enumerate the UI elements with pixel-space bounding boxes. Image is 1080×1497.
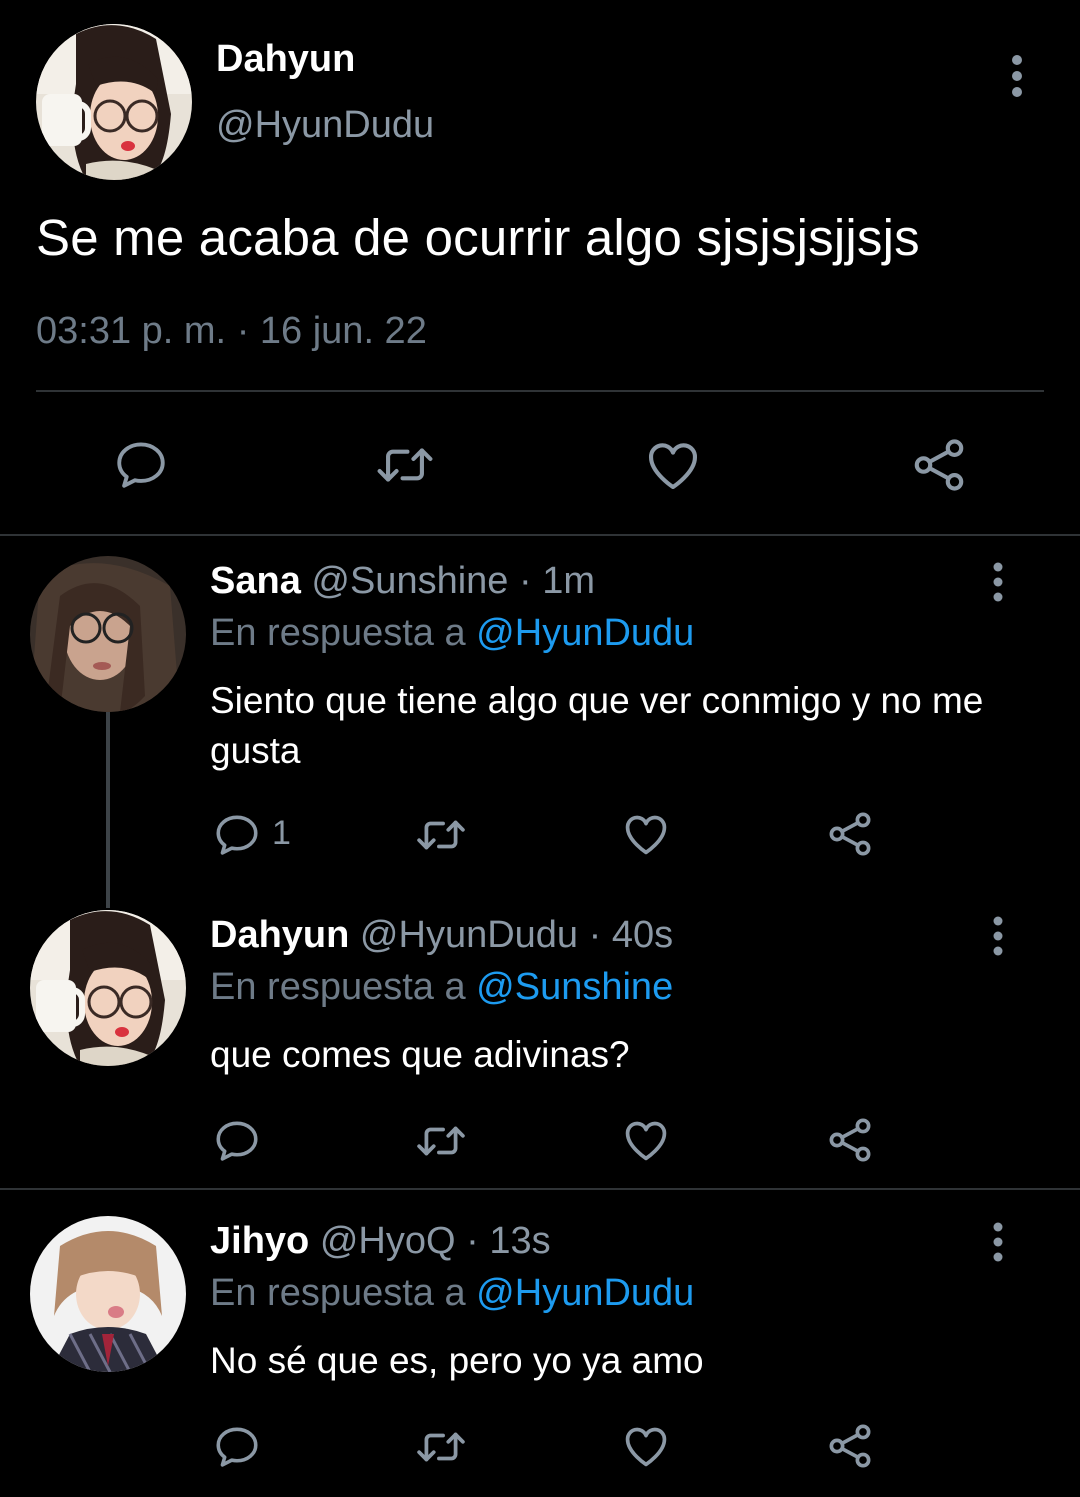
reply-text: No sé que es, pero yo ya amo [210, 1340, 704, 1381]
tweet-action-bar [0, 430, 1080, 500]
author-handle[interactable]: @HyunDudu [360, 914, 578, 956]
reply-count: 1 [272, 814, 291, 852]
mention-link[interactable]: @HyunDudu [476, 1272, 694, 1314]
like-icon[interactable] [620, 1114, 672, 1166]
meta-separator: · [236, 310, 250, 352]
share-icon[interactable] [824, 1114, 876, 1166]
author-name[interactable]: Dahyun [216, 38, 355, 81]
divider [36, 390, 1044, 392]
reply-header: Dahyun @HyunDudu · 40s [210, 914, 673, 957]
replying-to: En respuesta a @HyunDudu [210, 612, 694, 655]
tweet-text: Se me acaba de ocurrir algo sjsjsjsjjsjs [36, 209, 920, 266]
reply-icon[interactable] [212, 810, 262, 860]
tweet-time: 03:31 p. m. [36, 310, 227, 352]
reply-icon[interactable] [212, 1422, 262, 1472]
reply-action-bar: 1 [0, 806, 1080, 866]
more-options-icon[interactable] [982, 1220, 1014, 1264]
reply-time: 40s [611, 914, 674, 956]
mention-link[interactable]: @Sunshine [476, 966, 673, 1008]
retweet-icon[interactable] [412, 1116, 470, 1166]
mention-link[interactable]: @HyunDudu [476, 612, 694, 654]
more-options-icon[interactable] [982, 560, 1014, 604]
like-icon[interactable] [642, 434, 704, 496]
reply-time: 13s [489, 1220, 551, 1262]
reply-time: 1m [542, 560, 596, 602]
author-name[interactable]: Dahyun [210, 914, 349, 956]
replying-to: En respuesta a @Sunshine [210, 966, 673, 1009]
reply-text: Siento que tiene algo que ver conmigo y … [210, 680, 984, 771]
retweet-icon[interactable] [412, 810, 470, 860]
reply-icon[interactable] [212, 1116, 262, 1166]
author-name[interactable]: Jihyo [210, 1220, 309, 1262]
tweet-timestamp[interactable]: 03:31 p. m. · 16 jun. 22 [36, 310, 427, 353]
replying-to-label: En respuesta a [210, 1272, 466, 1314]
avatar-dahyun[interactable] [30, 910, 186, 1066]
replying-to-label: En respuesta a [210, 966, 466, 1008]
share-icon[interactable] [824, 808, 876, 860]
divider [0, 1188, 1080, 1190]
avatar-dahyun[interactable] [36, 24, 192, 180]
tweet-thread-screen: Dahyun @HyunDudu Se me acaba de ocurrir … [0, 0, 1080, 1497]
divider [0, 534, 1080, 536]
tweet-date: 16 jun. 22 [259, 310, 427, 352]
author-handle[interactable]: @HyoQ [320, 1220, 456, 1262]
reply-action-bar [0, 1112, 1080, 1172]
author-name[interactable]: Sana [210, 560, 301, 602]
avatar-jihyo[interactable] [30, 1216, 186, 1372]
retweet-icon[interactable] [372, 436, 438, 494]
more-options-icon[interactable] [1000, 52, 1034, 100]
reply-icon[interactable] [112, 436, 170, 494]
replying-to-label: En respuesta a [210, 612, 466, 654]
meta-separator: · [588, 914, 602, 956]
retweet-icon[interactable] [412, 1422, 470, 1472]
meta-separator: · [519, 560, 532, 602]
meta-separator: · [466, 1220, 479, 1262]
replying-to: En respuesta a @HyunDudu [210, 1272, 694, 1315]
share-icon[interactable] [908, 434, 970, 496]
author-handle[interactable]: @HyunDudu [216, 104, 434, 147]
reply-header: Jihyo @HyoQ · 13s [210, 1220, 551, 1263]
reply-action-bar [0, 1418, 1080, 1478]
like-icon[interactable] [620, 808, 672, 860]
author-handle[interactable]: @Sunshine [311, 560, 508, 602]
share-icon[interactable] [824, 1420, 876, 1472]
reply-header: Sana @Sunshine · 1m [210, 560, 595, 603]
avatar-sana[interactable] [30, 556, 186, 712]
more-options-icon[interactable] [982, 914, 1014, 958]
reply-text: que comes que adivinas? [210, 1034, 630, 1075]
like-icon[interactable] [620, 1420, 672, 1472]
